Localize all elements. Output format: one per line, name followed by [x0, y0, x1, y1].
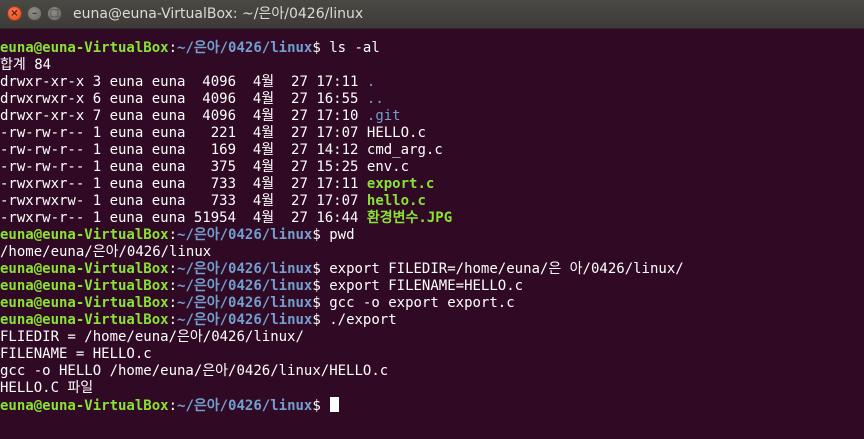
prompt-user: euna@euna-VirtualBox [0, 227, 169, 243]
ls-row: -rw-rw-r-- 1 euna euna 221 4월 27 17:07 H… [0, 125, 426, 141]
prompt-path: ~/은아/0426/linux [177, 295, 313, 311]
ls-row: -rwxrwxrw- 1 euna euna 733 4월 27 17:07 h… [0, 193, 426, 209]
file-name: export.c [366, 176, 435, 192]
file-name: . [366, 74, 376, 90]
close-button[interactable]: × [7, 6, 22, 21]
prompt-line: euna@euna-VirtualBox:~/은아/0426/linux$ gc… [0, 295, 515, 311]
maximize-icon: □ [49, 8, 60, 19]
terminal-window: × – □ euna@euna-VirtualBox: ~/은아/0426/li… [0, 0, 864, 439]
prompt-line: euna@euna-VirtualBox:~/은아/0426/linux$ ex… [0, 278, 524, 294]
command-text: ./export [329, 312, 397, 328]
file-name: hello.c [366, 193, 426, 209]
file-name: .. [366, 91, 384, 107]
text-cursor [330, 397, 340, 412]
prompt-path: ~/은아/0426/linux [177, 312, 313, 328]
ls-row: drwxrwxr-x 6 euna euna 4096 4월 27 16:55 … [0, 91, 384, 107]
output-line: FILENAME = HELLO.c [0, 346, 152, 362]
prompt-line: euna@euna-VirtualBox:~/은아/0426/linux$ ./… [0, 312, 397, 328]
title-bar[interactable]: × – □ euna@euna-VirtualBox: ~/은아/0426/li… [0, 0, 864, 29]
ls-row: -rw-rw-r-- 1 euna euna 375 4월 27 15:25 e… [0, 159, 410, 175]
ls-row: -rwxrw-r-- 1 euna euna 51954 4월 27 16:44… [0, 210, 453, 226]
prompt-line: euna@euna-VirtualBox:~/은아/0426/linux$ pw… [0, 227, 355, 243]
command-text: export FILEDIR=/home/euna/은 아/0426/linux… [329, 261, 684, 277]
window-title: euna@euna-VirtualBox: ~/은아/0426/linux [73, 6, 364, 22]
close-icon: × [10, 8, 19, 19]
terminal-output[interactable]: euna@euna-VirtualBox:~/은아/0426/linux$ ls… [0, 40, 864, 414]
output-line: /home/euna/은아/0426/linux [0, 244, 212, 260]
ls-row: drwxr-xr-x 3 euna euna 4096 4월 27 17:11 … [0, 74, 376, 90]
command-text: pwd [329, 227, 355, 243]
file-name: .git [366, 108, 401, 124]
output-line: HELLO.C 파일 [0, 380, 94, 396]
prompt-path: ~/은아/0426/linux [177, 40, 313, 56]
prompt-line: euna@euna-VirtualBox:~/은아/0426/linux$ ex… [0, 261, 684, 277]
output-line: FLIEDIR = /home/euna/은아/0426/linux/ [0, 329, 304, 345]
command-text: gcc -o export export.c [329, 295, 515, 311]
ls-row: -rw-rw-r-- 1 euna euna 169 4월 27 14:12 c… [0, 142, 443, 158]
prompt-user: euna@euna-VirtualBox [0, 40, 169, 56]
prompt-user: euna@euna-VirtualBox [0, 312, 169, 328]
prompt-user: euna@euna-VirtualBox [0, 398, 169, 414]
prompt-path: ~/은아/0426/linux [177, 261, 313, 277]
file-name: HELLO.c [366, 125, 426, 141]
prompt-user: euna@euna-VirtualBox [0, 261, 169, 277]
prompt-line: euna@euna-VirtualBox:~/은아/0426/linux$ ls… [0, 40, 380, 56]
file-name: env.c [366, 159, 410, 175]
prompt-path: ~/은아/0426/linux [177, 227, 313, 243]
prompt-path: ~/은아/0426/linux [177, 278, 313, 294]
prompt-path: ~/은아/0426/linux [177, 398, 313, 414]
command-text: ls -al [329, 40, 380, 56]
ls-row: -rwxrwxr-- 1 euna euna 733 4월 27 17:11 e… [0, 176, 435, 192]
output-line: gcc -o HELLO /home/euna/은아/0426/linux/HE… [0, 363, 389, 379]
minimize-icon: – [32, 8, 37, 19]
output-line: 합계 84 [0, 57, 52, 73]
file-name: 환경변수.JPG [366, 210, 453, 226]
minimize-button[interactable]: – [27, 6, 42, 21]
prompt-user: euna@euna-VirtualBox [0, 278, 169, 294]
file-name: cmd_arg.c [366, 142, 443, 158]
maximize-button[interactable]: □ [47, 6, 62, 21]
prompt-user: euna@euna-VirtualBox [0, 295, 169, 311]
command-text: export FILENAME=HELLO.c [329, 278, 524, 294]
prompt-line: euna@euna-VirtualBox:~/은아/0426/linux$ [0, 397, 864, 414]
ls-row: drwxr-xr-x 7 euna euna 4096 4월 27 17:10 … [0, 108, 401, 124]
